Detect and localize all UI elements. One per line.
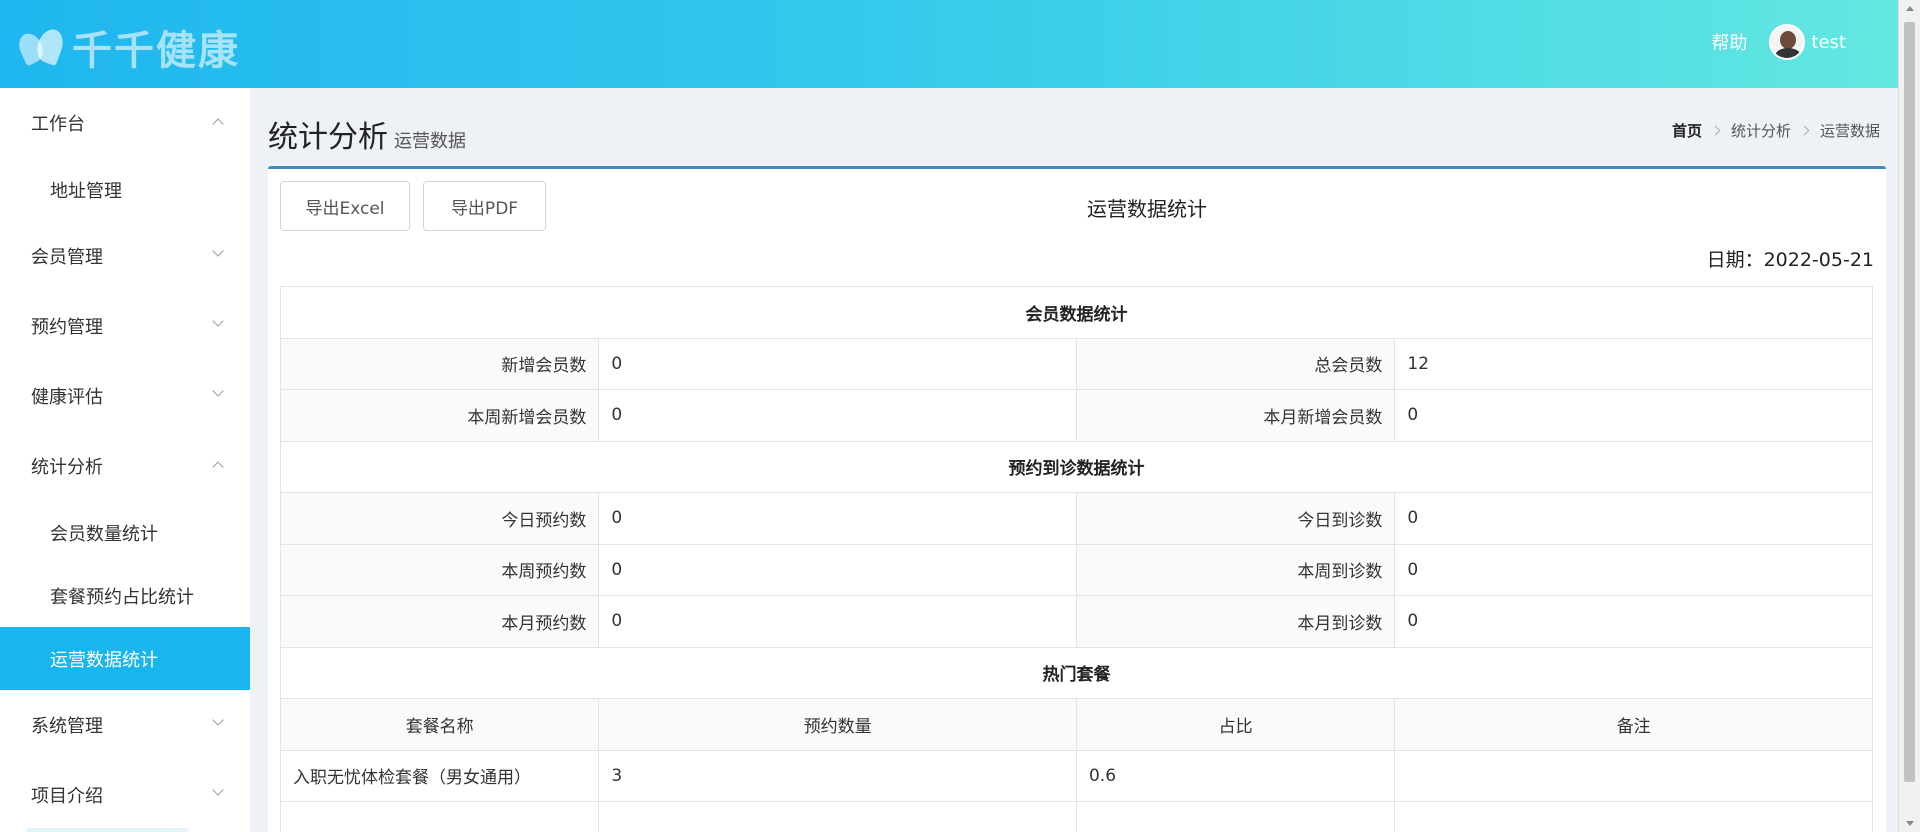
section-header: 预约到诊数据统计 (280, 440, 1873, 493)
section-header: 热门套餐 (280, 646, 1873, 699)
stat-label: 今日预约数 (279, 492, 600, 545)
stat-value: 0 (598, 595, 1077, 648)
sidebar-subitem-member-stats[interactable]: 会员数量统计 (0, 501, 250, 564)
sidebar-item-orders[interactable]: 预约管理 (0, 291, 250, 361)
page-title-main: 统计分析 (268, 120, 388, 155)
column-header: 占比 (1075, 698, 1396, 751)
table-row: 今日预约数 0 今日到诊数 0 (279, 492, 1873, 545)
scroll-up-icon[interactable] (1906, 6, 1914, 11)
sidebar-subitem-business-stats[interactable]: 运营数据统计 (0, 627, 250, 690)
stat-value: 0 (598, 389, 1077, 442)
user-name[interactable]: test (1811, 32, 1846, 53)
chevron-down-icon (212, 315, 224, 327)
stat-value: 0 (1394, 595, 1873, 648)
stat-value: 0 (1394, 389, 1873, 442)
package-name: 入职无忧体检套餐（男女通用） (279, 749, 600, 802)
column-header: 备注 (1394, 698, 1873, 751)
stat-value: 0 (598, 337, 1077, 390)
chevron-down-icon (212, 385, 224, 397)
stat-label: 本周到诊数 (1075, 543, 1396, 596)
sidebar-item-system[interactable]: 系统管理 (0, 690, 250, 760)
table-row: 本周新增会员数 0 本月新增会员数 0 (279, 389, 1873, 442)
chevron-up-icon (212, 461, 224, 473)
report-panel: 导出Excel 导出PDF 运营数据统计 日期：2022-05-21 会员数据统… (268, 166, 1886, 832)
package-remark (1394, 801, 1873, 832)
stat-value: 0 (598, 492, 1077, 545)
logo-text: 千千健康 (72, 28, 240, 74)
package-ratio: 0.6 (1075, 749, 1396, 802)
sidebar-item-health[interactable]: 健康评估 (0, 361, 250, 431)
page-title-sub: 运营数据 (394, 131, 466, 152)
avatar[interactable] (1769, 24, 1806, 60)
stat-label: 本月到诊数 (1075, 595, 1396, 648)
sidebar-item-label: 预约管理 (31, 317, 103, 338)
section-header: 会员数据统计 (280, 286, 1873, 339)
main-content: 统计分析 运营数据 首页 统计分析 运营数据 导出Excel 导出PDF 运营数… (250, 88, 1898, 832)
chevron-down-icon (212, 784, 224, 796)
stat-label: 总会员数 (1075, 337, 1396, 390)
stat-value: 0 (1394, 543, 1873, 596)
chevron-up-icon (212, 118, 224, 130)
stat-label: 新增会员数 (279, 337, 600, 390)
column-header: 预约数量 (598, 698, 1077, 751)
page-title: 统计分析 运营数据 (268, 112, 466, 156)
chevron-down-icon (212, 714, 224, 726)
stat-value: 0 (598, 543, 1077, 596)
logo-mark-icon (14, 25, 68, 69)
stat-label: 本月预约数 (279, 595, 600, 648)
report-date: 日期：2022-05-21 (1706, 249, 1874, 271)
table-row: 本周预约数 0 本周到诊数 0 (279, 543, 1873, 596)
sidebar-item-label: 会员管理 (31, 247, 103, 268)
sidebar-item-members[interactable]: 会员管理 (0, 221, 250, 291)
page-scrollbar[interactable] (1898, 0, 1920, 832)
table-row: 本月预约数 0 本月到诊数 0 (279, 595, 1873, 648)
breadcrumb: 首页 统计分析 运营数据 (1672, 120, 1880, 141)
sidebar-item-label: 项目介绍 (31, 786, 103, 807)
column-header: 套餐名称 (279, 698, 600, 751)
chevron-right-icon (1710, 125, 1721, 136)
scrollbar-thumb[interactable] (1904, 22, 1915, 782)
top-header: 千千健康 帮助 test (0, 0, 1898, 88)
package-count (598, 801, 1077, 832)
sidebar: 工作台 地址管理 会员管理 预约管理 健康评估 统计分析 会员数量统计 套餐预约… (0, 88, 250, 832)
sidebar-subitem-address[interactable]: 地址管理 (0, 158, 250, 221)
table-row: 热门套餐 (280, 646, 1873, 699)
report-table: 会员数据统计 新增会员数 0 总会员数 12 本周新增会员数 0 本月新增会员数… (279, 286, 1873, 832)
table-row: 会员数据统计 (280, 286, 1873, 339)
sidebar-item-workbench[interactable]: 工作台 (0, 88, 250, 158)
stat-value: 0 (1394, 492, 1873, 545)
help-link[interactable]: 帮助 (1711, 29, 1747, 55)
breadcrumb-home[interactable]: 首页 (1672, 120, 1702, 141)
header-user-area: 帮助 test (1711, 24, 1846, 60)
sidebar-item-label: 系统管理 (31, 716, 103, 737)
sidebar-subitem-package-stats[interactable]: 套餐预约占比统计 (0, 564, 250, 627)
package-count: 3 (598, 749, 1077, 802)
package-ratio (1075, 801, 1396, 832)
table-header-row: 套餐名称 预约数量 占比 备注 (279, 698, 1873, 751)
report-title: 运营数据统计 (1087, 197, 1207, 221)
stat-label: 本月新增会员数 (1075, 389, 1396, 442)
table-row: 新增会员数 0 总会员数 12 (279, 337, 1873, 390)
sidebar-scroll-indicator (26, 828, 188, 832)
stat-label: 今日到诊数 (1075, 492, 1396, 545)
table-row (279, 801, 1873, 832)
sidebar-item-about[interactable]: 项目介绍 (0, 760, 250, 830)
stat-value: 12 (1394, 337, 1873, 390)
table-row: 入职无忧体检套餐（男女通用） 3 0.6 (279, 749, 1873, 802)
table-row: 预约到诊数据统计 (280, 440, 1873, 493)
stat-label: 本周新增会员数 (279, 389, 600, 442)
chevron-down-icon (212, 245, 224, 257)
chevron-right-icon (1799, 125, 1810, 136)
package-name (279, 801, 600, 832)
scroll-down-icon[interactable] (1906, 821, 1914, 826)
sidebar-item-label: 工作台 (31, 114, 85, 135)
stat-label: 本周预约数 (279, 543, 600, 596)
package-remark (1394, 749, 1873, 802)
breadcrumb-statistics[interactable]: 统计分析 (1731, 120, 1791, 141)
sidebar-item-label: 健康评估 (31, 387, 103, 408)
sidebar-item-label: 统计分析 (31, 457, 103, 478)
app-logo[interactable]: 千千健康 (14, 18, 240, 76)
breadcrumb-current: 运营数据 (1819, 122, 1880, 140)
sidebar-item-statistics[interactable]: 统计分析 (0, 431, 250, 501)
